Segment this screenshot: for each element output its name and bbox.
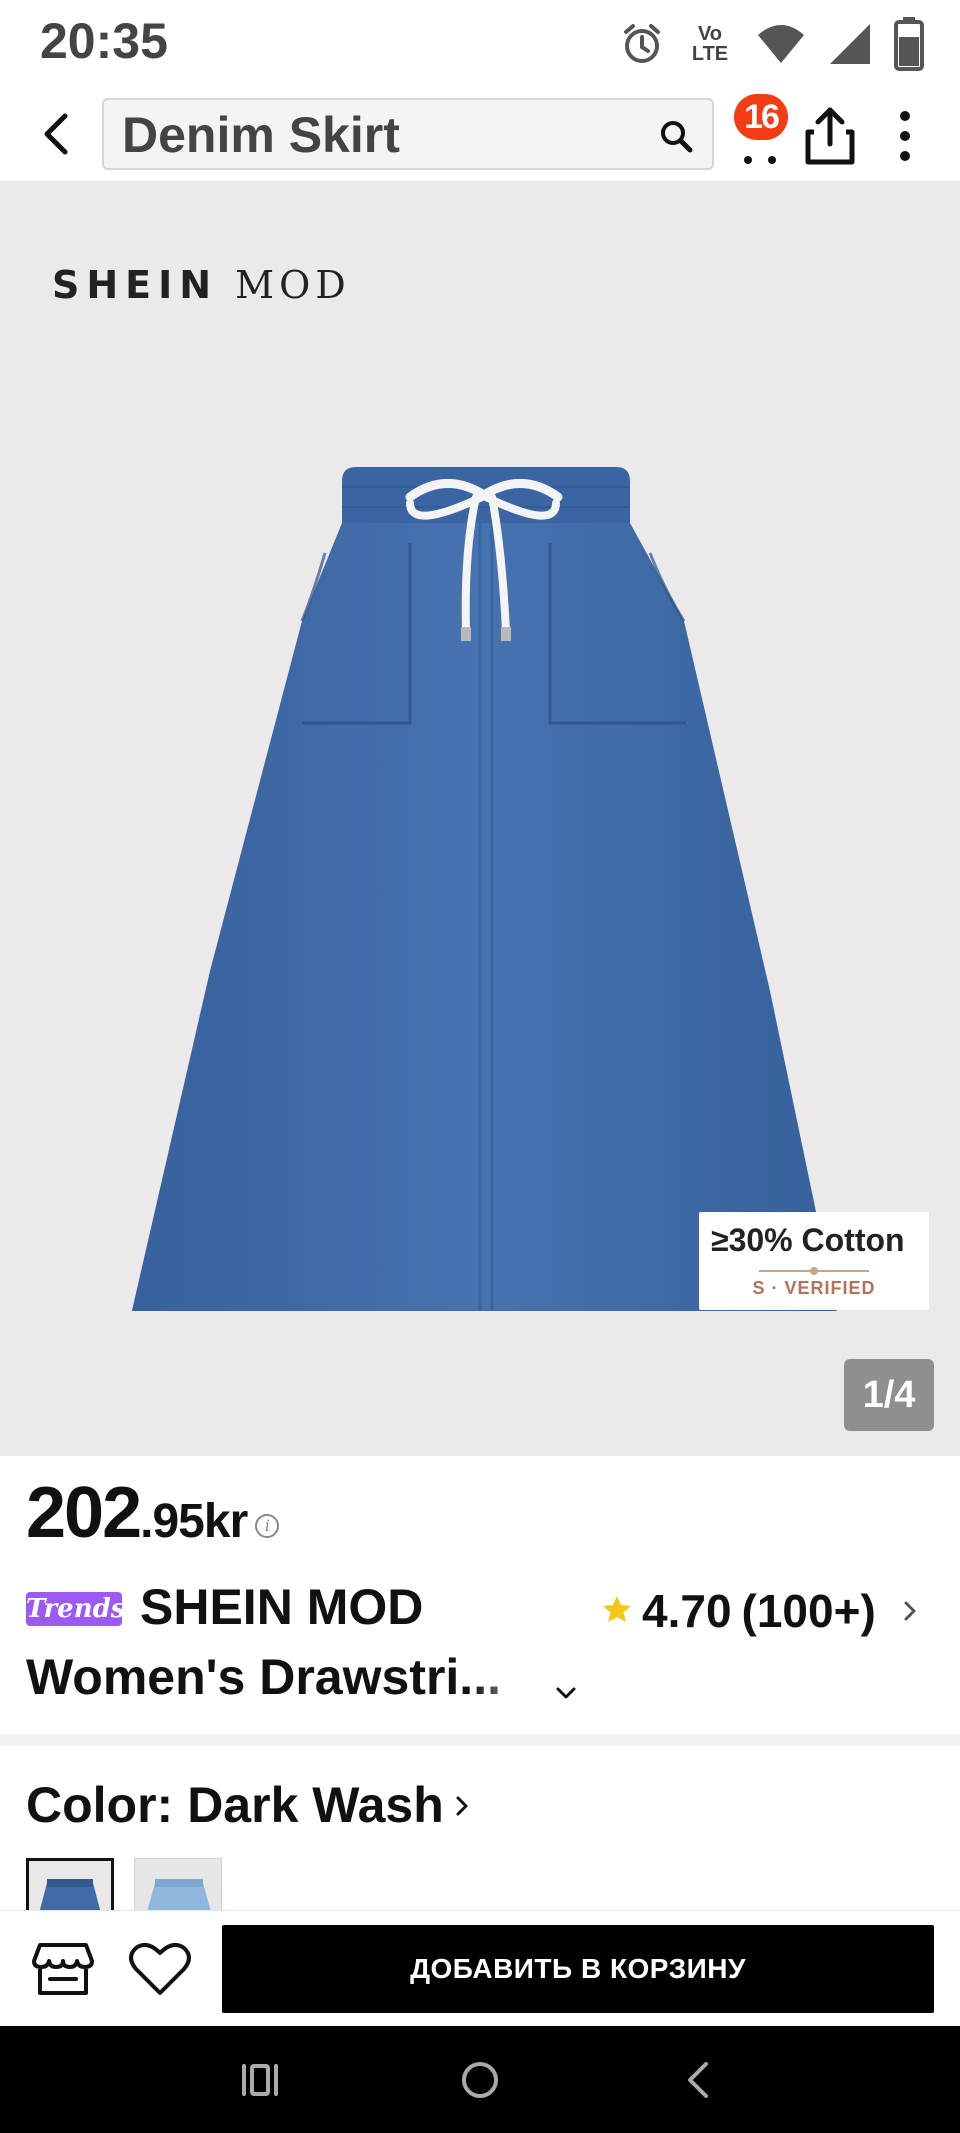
title-fade — [470, 1648, 560, 1712]
info-icon[interactable]: i — [255, 1514, 280, 1538]
share-button[interactable] — [800, 104, 860, 168]
more-vertical-icon — [900, 111, 910, 161]
chevron-down-icon[interactable] — [554, 1684, 578, 1702]
back-arrow-icon — [44, 113, 68, 155]
cart-button[interactable]: 16 — [730, 94, 794, 174]
battery-icon — [894, 17, 924, 71]
cotton-verified-badge: ≥30% Cotton S · VERIFIED — [699, 1212, 929, 1310]
bottom-action-bar: ДОБАВИТЬ В КОРЗИНУ — [0, 1910, 960, 2026]
recent-apps-icon — [242, 2064, 278, 2096]
status-bar: 20:35 Vo LTE — [0, 0, 960, 88]
price-decimal: .95kr — [140, 1495, 248, 1548]
store-button[interactable] — [32, 1941, 94, 1997]
image-page-indicator: 1/4 — [844, 1359, 934, 1431]
product-rating[interactable]: 4.70 (100+) — [602, 1584, 918, 1638]
product-image-gallery[interactable]: SHEIN MOD ≥30% Cotton S · VERIFIED 1/4 — [0, 181, 960, 1456]
color-value: Dark Wash — [187, 1777, 444, 1833]
cart-count-badge: 16 — [734, 94, 788, 140]
chevron-right-icon — [456, 1796, 468, 1816]
add-to-cart-button[interactable]: ДОБАВИТЬ В КОРЗИНУ — [222, 1925, 934, 2013]
share-icon — [805, 107, 855, 165]
color-swatch-light-wash[interactable] — [134, 1858, 222, 1918]
system-nav-bar — [0, 2026, 960, 2133]
rating-count: (100+) — [741, 1585, 876, 1637]
color-swatch-dark-wash[interactable] — [26, 1858, 114, 1918]
wifi-icon — [758, 25, 804, 63]
status-icons: Vo LTE — [620, 14, 924, 74]
search-input[interactable]: Denim Skirt — [102, 98, 714, 170]
search-icon[interactable] — [658, 118, 694, 154]
chevron-right-icon — [904, 1601, 916, 1621]
section-divider — [0, 1734, 960, 1746]
top-nav: Denim Skirt 16 — [0, 88, 960, 180]
rating-value: 4.70 — [642, 1585, 732, 1637]
product-image-denim-skirt — [131, 467, 837, 1311]
star-icon — [603, 1596, 631, 1622]
color-label: Color: — [26, 1777, 174, 1833]
verified-label: S · VERIFIED — [752, 1278, 876, 1298]
store-icon — [32, 1943, 94, 1995]
cotton-badge-text: ≥30% Cotton — [711, 1222, 905, 1258]
signal-icon — [830, 24, 870, 64]
badge-dot — [810, 1267, 818, 1275]
home-button[interactable] — [450, 2056, 510, 2104]
recent-apps-button[interactable] — [230, 2056, 290, 2104]
wishlist-button[interactable] — [128, 1941, 192, 1999]
alarm-icon — [624, 24, 660, 63]
heart-icon — [129, 1942, 191, 1995]
back-button[interactable] — [28, 106, 84, 162]
system-back-icon — [688, 2062, 708, 2098]
search-query: Denim Skirt — [122, 107, 400, 163]
trends-badge: Trends — [26, 1592, 126, 1626]
volte-icon: Vo LTE — [691, 23, 729, 65]
color-selector[interactable]: Color: Dark Wash — [26, 1776, 470, 1834]
home-icon — [462, 2062, 498, 2098]
system-back-button[interactable] — [668, 2056, 728, 2104]
product-price: 202.95kr i — [26, 1472, 280, 1553]
product-title-line1: SHEIN MOD — [140, 1579, 424, 1635]
status-time: 20:35 — [40, 13, 168, 69]
price-integer: 202 — [26, 1473, 142, 1553]
more-options-button[interactable] — [880, 106, 930, 166]
